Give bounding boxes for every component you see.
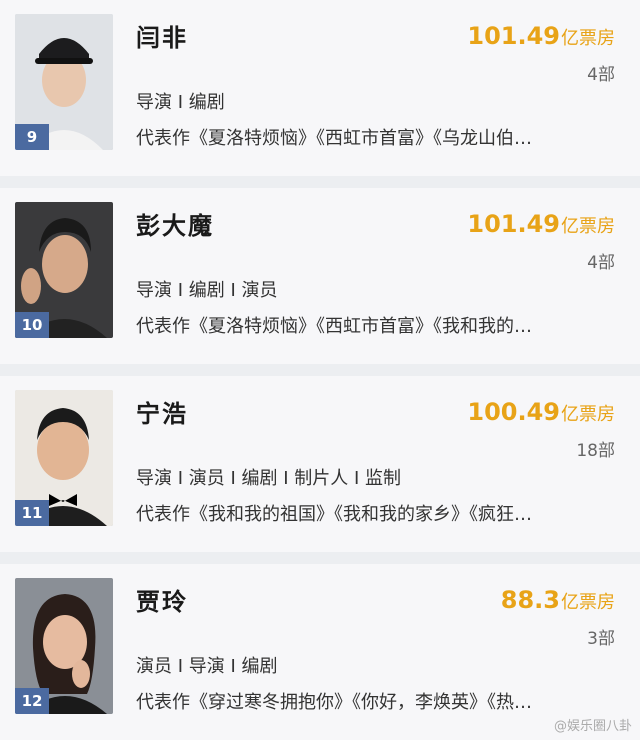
- box-office: 88.3 亿票房: [501, 586, 615, 614]
- avatar: 11: [15, 390, 113, 526]
- person-card-12[interactable]: 12 贾玲 88.3 亿票房 3部 演员 I 导演 I 编剧 代表作《穿过寒冬拥…: [0, 564, 640, 740]
- person-name: 闫非: [136, 24, 188, 52]
- box-office-unit: 亿票房: [561, 592, 615, 613]
- rank-badge: 12: [15, 688, 49, 714]
- rank-badge: 11: [15, 500, 49, 526]
- avatar: 12: [15, 578, 113, 714]
- avatar: 10: [15, 202, 113, 338]
- box-office-unit: 亿票房: [561, 404, 615, 425]
- representative-works: 代表作《我和我的祖国》《我和我的家乡》《疯狂…: [136, 504, 532, 525]
- roles: 导演 I 编剧: [136, 92, 225, 113]
- watermark: @娱乐圈八卦: [553, 719, 632, 734]
- representative-works: 代表作《穿过寒冬拥抱你》《你好，李焕英》《热…: [136, 692, 532, 713]
- roles: 导演 I 编剧 I 演员: [136, 280, 278, 301]
- ranking-list: 9 闫非 101.49 亿票房 4部 导演 I 编剧 代表作《夏洛特烦恼》《西虹…: [0, 0, 640, 740]
- box-office-unit: 亿票房: [561, 216, 615, 237]
- box-office: 100.49 亿票房: [467, 398, 615, 426]
- person-name: 贾玲: [136, 588, 188, 616]
- film-count: 3部: [587, 629, 615, 649]
- person-name: 彭大魔: [136, 212, 214, 240]
- film-count: 4部: [587, 65, 615, 85]
- representative-works: 代表作《夏洛特烦恼》《西虹市首富》《乌龙山伯…: [136, 128, 532, 149]
- box-office: 101.49 亿票房: [467, 210, 615, 238]
- box-office-value: 100.49: [467, 398, 560, 426]
- roles: 导演 I 演员 I 编剧 I 制片人 I 监制: [136, 468, 402, 489]
- roles: 演员 I 导演 I 编剧: [136, 656, 278, 677]
- person-card-11[interactable]: 11 宁浩 100.49 亿票房 18部 导演 I 演员 I 编剧 I 制片人 …: [0, 376, 640, 564]
- box-office-value: 101.49: [467, 22, 560, 50]
- rank-badge: 10: [15, 312, 49, 338]
- person-name: 宁浩: [136, 400, 188, 428]
- avatar: 9: [15, 14, 113, 150]
- representative-works: 代表作《夏洛特烦恼》《西虹市首富》《我和我的…: [136, 316, 532, 337]
- box-office-unit: 亿票房: [561, 28, 615, 49]
- box-office-value: 101.49: [467, 210, 560, 238]
- film-count: 18部: [576, 441, 615, 461]
- film-count: 4部: [587, 253, 615, 273]
- box-office-value: 88.3: [500, 586, 560, 614]
- box-office: 101.49 亿票房: [467, 22, 615, 50]
- rank-badge: 9: [15, 124, 49, 150]
- person-card-10[interactable]: 10 彭大魔 101.49 亿票房 4部 导演 I 编剧 I 演员 代表作《夏洛…: [0, 188, 640, 376]
- person-card-9[interactable]: 9 闫非 101.49 亿票房 4部 导演 I 编剧 代表作《夏洛特烦恼》《西虹…: [0, 0, 640, 188]
